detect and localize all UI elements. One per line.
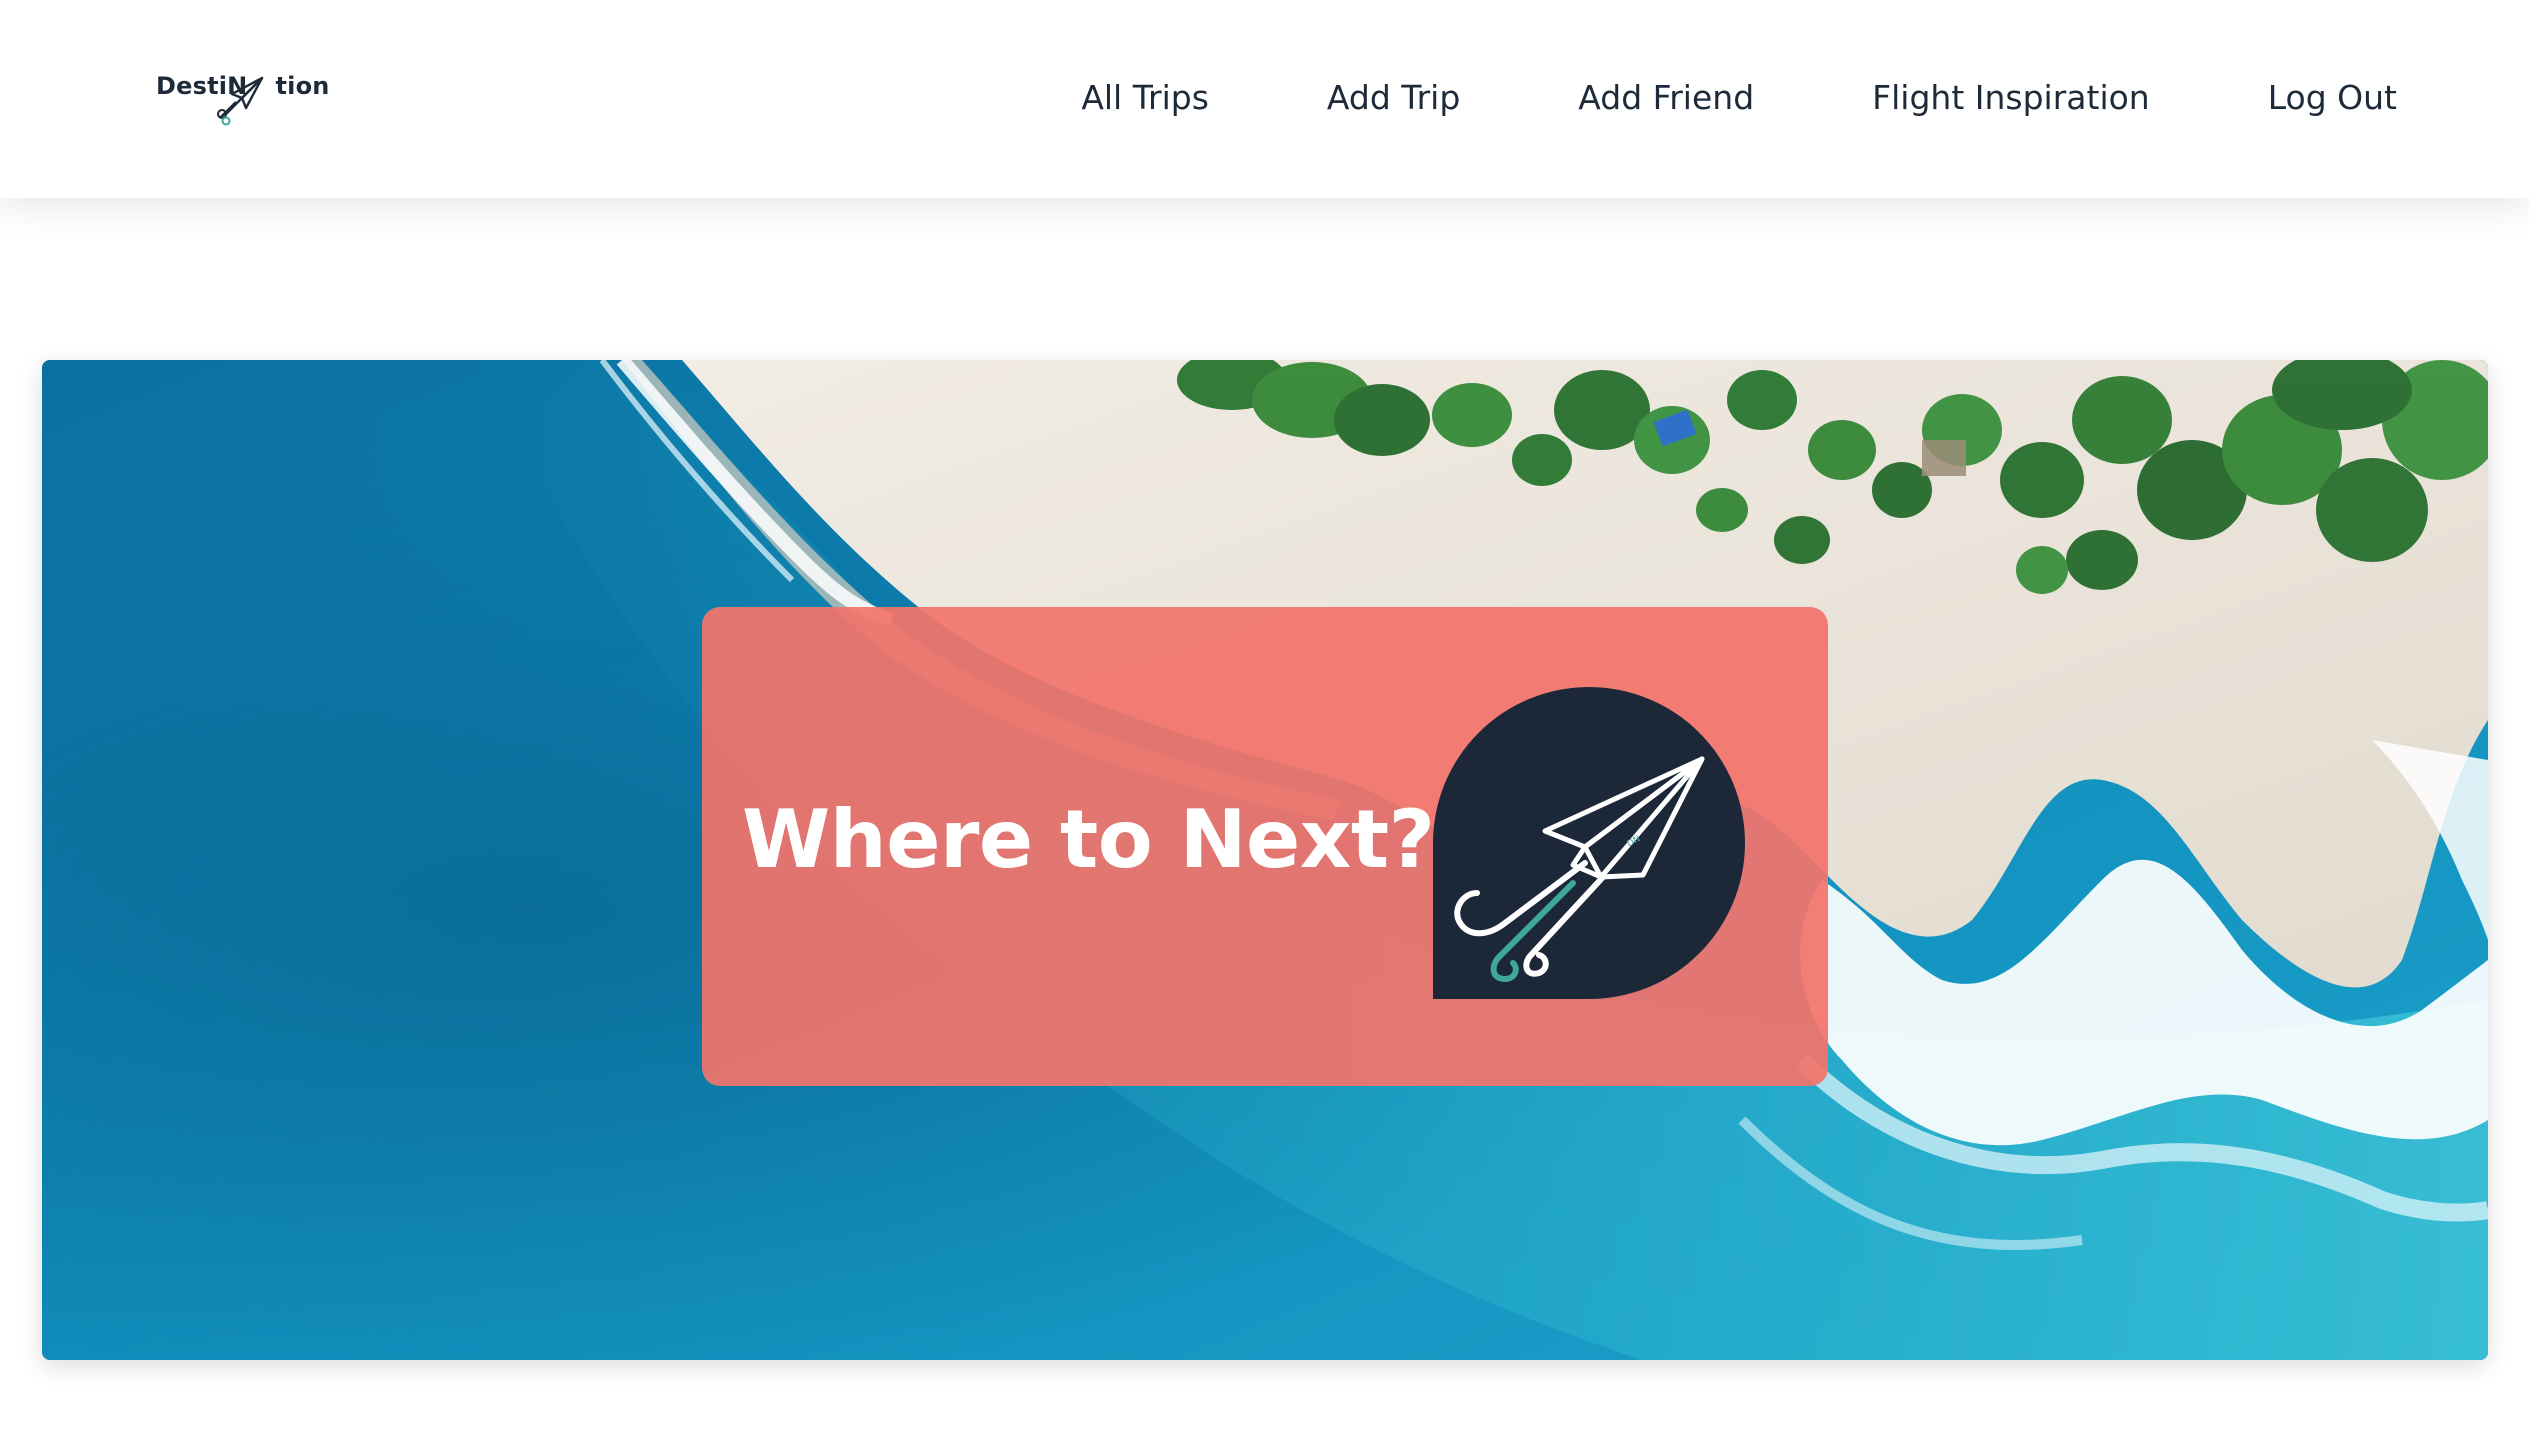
brand-logo[interactable]: DestiN tion [156, 66, 329, 126]
paper-plane-icon [217, 76, 264, 126]
main-nav: All Trips Add Trip Add Friend Flight Ins… [1081, 70, 2397, 126]
hero-title: Where to Next? [742, 793, 1435, 886]
nav-log-out[interactable]: Log Out [2268, 70, 2397, 126]
nav-all-trips[interactable]: All Trips [1081, 70, 1209, 126]
nav-add-trip[interactable]: Add Trip [1327, 70, 1460, 126]
hero-card: Where to Next? DN [702, 607, 1828, 1086]
paper-plane-icon: DN [1433, 687, 1745, 999]
top-navbar: DestiN tion All Trips Add Trip Add Friend… [0, 0, 2529, 198]
nav-flight-inspiration[interactable]: Flight Inspiration [1872, 70, 2150, 126]
nav-add-friend[interactable]: Add Friend [1578, 70, 1754, 126]
hero-banner: Where to Next? DN [42, 360, 2488, 1360]
